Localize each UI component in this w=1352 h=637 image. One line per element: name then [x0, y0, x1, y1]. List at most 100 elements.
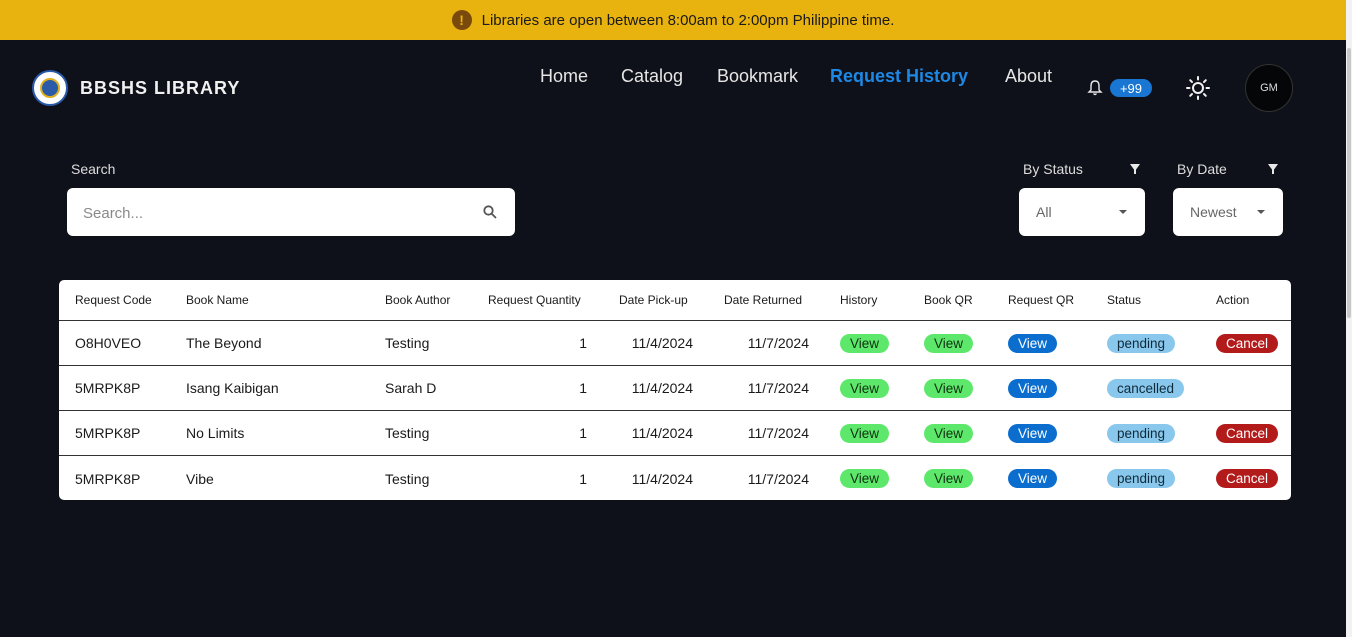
request-history-table: Request Code Book Name Book Author Reque… [59, 280, 1291, 500]
history-view-button[interactable]: View [840, 378, 890, 398]
cancel-button[interactable]: Cancel [1216, 423, 1279, 443]
book-qr-view-button-cell: View [924, 366, 974, 410]
book-qr-view-button[interactable]: View [924, 469, 974, 488]
date-pickup: 11/4/2024 [631, 335, 693, 351]
header-book-author: Book Author [385, 293, 451, 307]
book-qr-view-button[interactable]: View [924, 378, 974, 398]
book-name: Vibe [186, 470, 214, 487]
nav-catalog[interactable]: Catalog [621, 66, 683, 87]
request-code: O8H0VEO [75, 335, 142, 351]
header-date-returned: Date Returned [724, 293, 803, 307]
status-badge-cell: pending [1107, 456, 1176, 500]
date-pickup: 11/4/2024 [631, 425, 693, 441]
date-filter-select[interactable]: Newest [1173, 188, 1283, 236]
brand-name: BBSHS LIBRARY [80, 77, 241, 98]
nav-home[interactable]: Home [540, 66, 588, 87]
nav-bookmark[interactable]: Bookmark [717, 66, 798, 87]
book-qr-view-button-cell: View [924, 321, 974, 365]
announcement-banner: ! Libraries are open between 8:00am to 2… [0, 0, 1346, 40]
book-author: Testing [385, 425, 430, 441]
status-filter-select[interactable]: All [1019, 188, 1145, 236]
header-status: Status [1107, 293, 1142, 307]
status-badge: pending [1107, 469, 1176, 488]
request-qr-view-button[interactable]: View [1008, 423, 1058, 443]
book-qr-view-button[interactable]: View [924, 333, 974, 353]
header-request-qr: Request QR [1008, 293, 1075, 307]
banner-text: Libraries are open between 8:00am to 2:0… [481, 11, 895, 29]
request-quantity: 1 [579, 380, 587, 396]
request-code: 5MRPK8P [75, 470, 141, 487]
status-filter-icon[interactable] [1130, 164, 1140, 174]
request-quantity: 1 [579, 425, 587, 441]
bell-icon[interactable] [1086, 78, 1104, 98]
header-action: Action [1216, 293, 1250, 307]
history-view-button-cell: View [840, 411, 890, 455]
exclamation-icon: ! [451, 10, 472, 30]
date-pickup: 11/4/2024 [631, 380, 693, 396]
request-quantity: 1 [579, 470, 587, 487]
status-filter-value: All [1036, 204, 1052, 220]
date-returned: 11/7/2024 [747, 335, 809, 351]
date-filter-label: By Date [1177, 161, 1227, 177]
avatar-initials: GM [1260, 82, 1278, 94]
header-date-pickup: Date Pick-up [619, 293, 688, 307]
history-view-button[interactable]: View [840, 469, 890, 488]
search-icon[interactable] [483, 205, 497, 219]
book-author: Sarah D [385, 380, 437, 396]
book-author: Testing [385, 470, 430, 487]
date-returned: 11/7/2024 [747, 425, 809, 441]
status-badge: cancelled [1107, 378, 1185, 398]
nav-request-history[interactable]: Request History [830, 66, 968, 87]
scrollbar[interactable] [1346, 0, 1352, 637]
notification-count-badge[interactable]: +99 [1110, 79, 1152, 97]
search-input[interactable] [81, 200, 465, 226]
date-pickup: 11/4/2024 [631, 470, 693, 487]
status-badge-cell: pending [1107, 411, 1176, 455]
request-qr-view-button[interactable]: View [1008, 378, 1058, 398]
history-view-button-cell: View [840, 366, 890, 410]
book-qr-view-button-cell: View [924, 456, 974, 500]
book-author: Testing [385, 335, 430, 351]
request-quantity: 1 [579, 335, 587, 351]
cancel-button[interactable]: Cancel [1216, 469, 1279, 488]
nav-about[interactable]: About [1005, 66, 1052, 87]
date-filter-value: Newest [1190, 204, 1237, 220]
brand[interactable]: BBSHS LIBRARY [32, 70, 240, 106]
history-view-button-cell: View [840, 456, 890, 500]
header-history: History [840, 293, 878, 307]
status-badge-cell: cancelled [1107, 366, 1185, 410]
search-box[interactable] [67, 188, 515, 236]
request-qr-view-button-cell: View [1008, 366, 1058, 410]
header-request-quantity: Request Quantity [488, 293, 581, 307]
request-qr-view-button-cell: View [1008, 321, 1058, 365]
sun-theme-toggle-icon[interactable] [1186, 76, 1210, 100]
table-row: O8H0VEO The Beyond Testing 1 11/4/2024 11/7/2… [59, 321, 1291, 366]
book-name: The Beyond [186, 335, 262, 351]
cancel-button[interactable]: Cancel [1216, 333, 1279, 353]
request-qr-view-button-cell: View [1008, 456, 1058, 500]
book-qr-view-button[interactable]: View [924, 423, 974, 443]
cancel-button-cell: Cancel [1216, 456, 1279, 500]
user-avatar[interactable]: GM [1245, 64, 1293, 112]
request-code: 5MRPK8P [75, 380, 141, 396]
book-qr-view-button-cell: View [924, 411, 974, 455]
search-label: Search [71, 161, 116, 177]
scrollbar-thumb[interactable] [1347, 48, 1351, 318]
header-request-code: Request Code [75, 293, 152, 307]
status-badge: pending [1107, 423, 1176, 443]
status-badge-cell: pending [1107, 321, 1176, 365]
date-filter-icon[interactable] [1268, 164, 1278, 174]
table-row: 5MRPK8P No Limits Testing 1 11/4/2024 11/7/20… [59, 411, 1291, 456]
table-row: 5MRPK8P Vibe Testing 1 11/4/2024 11/7/2024 Vie… [59, 456, 1291, 500]
history-view-button[interactable]: View [840, 333, 890, 353]
request-qr-view-button[interactable]: View [1008, 469, 1058, 488]
table-row: 5MRPK8P Isang Kaibigan Sarah D 1 11/4/2024 11… [59, 366, 1291, 411]
cancel-button-cell: Cancel [1216, 321, 1279, 365]
request-code: 5MRPK8P [75, 425, 141, 441]
history-view-button-cell: View [840, 321, 890, 365]
request-qr-view-button[interactable]: View [1008, 333, 1058, 353]
history-view-button[interactable]: View [840, 423, 890, 443]
header-book-name: Book Name [186, 293, 249, 307]
header-book-qr: Book QR [924, 293, 973, 307]
request-qr-view-button-cell: View [1008, 411, 1058, 455]
